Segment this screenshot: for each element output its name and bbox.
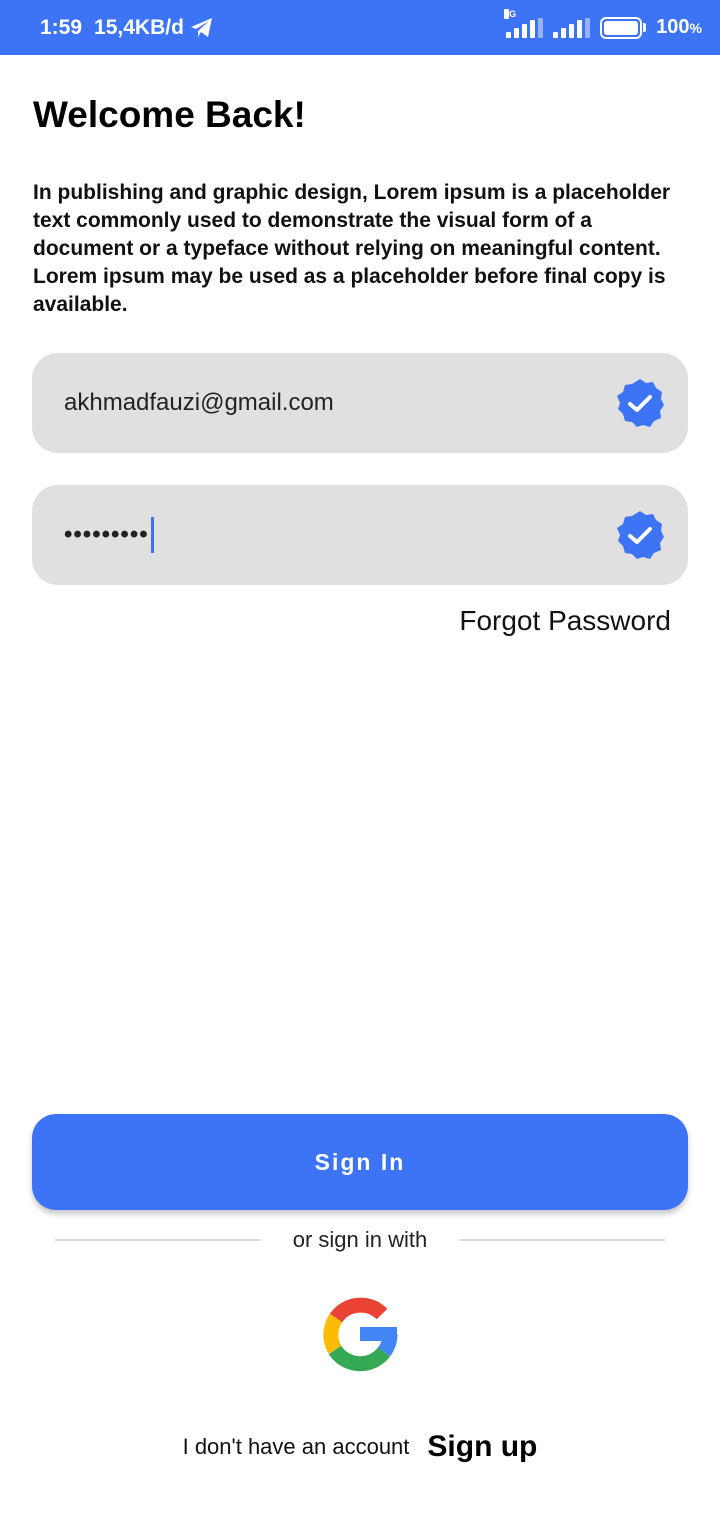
battery-icon xyxy=(600,16,647,39)
no-account-text: I don't have an account xyxy=(182,1434,410,1459)
status-time: 1:59 xyxy=(40,15,83,39)
telegram-icon xyxy=(190,17,212,37)
divider-line-right xyxy=(459,1239,666,1241)
password-field[interactable]: ••••••••• xyxy=(32,485,688,585)
network-type-label: 4G xyxy=(504,8,517,19)
google-icon[interactable] xyxy=(318,1292,402,1376)
sign-up-row: I don't have an account Sign up xyxy=(0,1430,720,1464)
status-right: 4G 100% xyxy=(504,8,702,39)
signal-icon xyxy=(553,17,591,38)
network-speed: 15,4KB/d xyxy=(94,16,214,40)
or-sign-in-with-text: or sign in with xyxy=(292,1227,428,1252)
battery-percentage: 100% xyxy=(656,16,702,38)
page-description: In publishing and graphic design, Lorem … xyxy=(33,181,671,316)
check-badge-icon xyxy=(617,511,664,559)
or-divider: or sign in with xyxy=(55,1226,666,1254)
email-value[interactable]: akhmadfauzi@gmail.com xyxy=(64,389,614,417)
status-left: 1:59 15,4KB/d xyxy=(40,16,214,40)
status-bar: 1:59 15,4KB/d 4G 100% xyxy=(0,0,720,55)
page-title: Welcome Back! xyxy=(33,94,306,135)
sign-up-link[interactable]: Sign up xyxy=(427,1430,537,1464)
password-value[interactable]: ••••••••• xyxy=(64,517,614,553)
forgot-password-link[interactable]: Forgot Password xyxy=(459,605,671,637)
password-dots: ••••••••• xyxy=(64,521,149,548)
check-badge-icon xyxy=(617,379,664,427)
text-cursor xyxy=(150,517,154,553)
signal-4g-icon: 4G xyxy=(504,8,544,38)
sign-in-button[interactable]: Sign In xyxy=(32,1114,688,1210)
divider-line-left xyxy=(55,1239,261,1241)
network-speed-text: 15,4KB/d xyxy=(94,15,184,39)
email-field[interactable]: akhmadfauzi@gmail.com xyxy=(32,353,688,453)
